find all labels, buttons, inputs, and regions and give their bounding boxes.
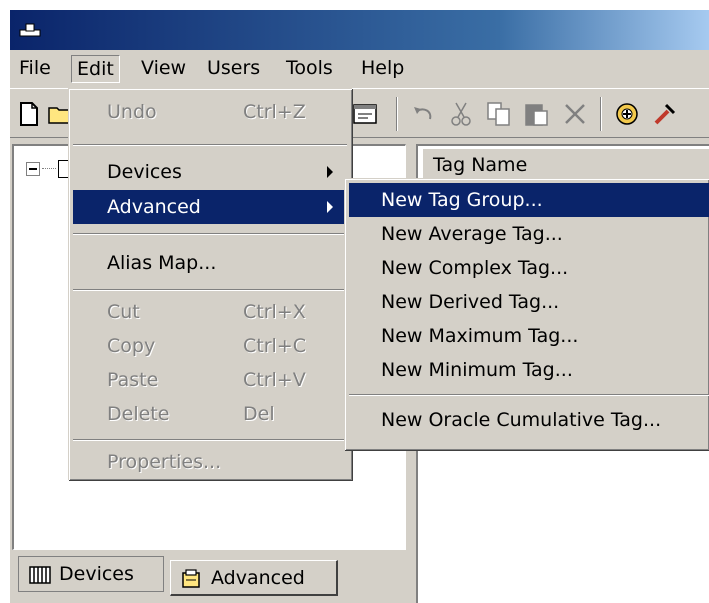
- tab-advanced[interactable]: Advanced: [170, 560, 338, 596]
- menu-item-cut[interactable]: Cut Ctrl+X: [73, 295, 347, 329]
- copy-label: Copy: [107, 335, 156, 357]
- menu-tools[interactable]: Tools: [281, 55, 338, 83]
- title-bar[interactable]: [10, 10, 709, 50]
- tab-advanced-label: Advanced: [211, 567, 305, 589]
- new-tag-group-label: New Tag Group...: [381, 189, 543, 211]
- submenu-arrow-icon: [327, 201, 333, 213]
- alias-map-label: Alias Map...: [107, 252, 217, 274]
- menu-edit[interactable]: Edit: [71, 55, 120, 83]
- menu-bar: File Edit View Users Tools Help: [10, 50, 709, 86]
- menu-item-paste[interactable]: Paste Ctrl+V: [73, 363, 347, 397]
- undo-label: Undo: [107, 101, 157, 123]
- paste-shortcut: Ctrl+V: [243, 369, 306, 391]
- new-complex-tag-label: New Complex Tag...: [381, 257, 569, 279]
- menu-item-new-average-tag[interactable]: New Average Tag...: [349, 217, 709, 251]
- properties-icon[interactable]: [350, 99, 380, 129]
- column-header-tag-name[interactable]: Tag Name: [422, 148, 709, 182]
- menu-item-delete[interactable]: Delete Del: [73, 397, 347, 431]
- advanced-label: Advanced: [107, 196, 201, 218]
- undo-shortcut: Ctrl+Z: [243, 101, 306, 123]
- menu-users[interactable]: Users: [202, 55, 265, 83]
- new-maximum-tag-label: New Maximum Tag...: [381, 325, 579, 347]
- menu-item-undo[interactable]: Undo Ctrl+Z: [73, 95, 347, 129]
- menu-separator: [349, 394, 709, 396]
- toolbar-separator: [396, 97, 398, 131]
- menu-help[interactable]: Help: [356, 55, 409, 83]
- tab-devices-label: Devices: [59, 563, 134, 585]
- copy-icon[interactable]: [484, 99, 514, 129]
- properties-label: Properties...: [107, 451, 222, 473]
- toolbar-separator: [600, 97, 602, 131]
- add-tag-icon[interactable]: [612, 99, 642, 129]
- app-icon: [19, 23, 41, 37]
- tab-strip: Devices Advanced: [12, 550, 406, 603]
- devices-label: Devices: [107, 161, 182, 183]
- new-oracle-cumulative-tag-label: New Oracle Cumulative Tag...: [381, 409, 662, 431]
- menu-item-new-minimum-tag[interactable]: New Minimum Tag...: [349, 353, 709, 387]
- copy-shortcut: Ctrl+C: [243, 335, 306, 357]
- menu-item-advanced[interactable]: Advanced: [73, 190, 347, 224]
- menu-separator: [73, 233, 347, 235]
- cut-icon[interactable]: [446, 99, 476, 129]
- menu-item-properties[interactable]: Properties...: [73, 445, 347, 479]
- new-average-tag-label: New Average Tag...: [381, 223, 563, 245]
- tree-collapse-toggle[interactable]: [26, 162, 40, 176]
- tree-connector: [42, 168, 56, 169]
- paste-icon[interactable]: [522, 99, 552, 129]
- delete-label: Delete: [107, 403, 170, 425]
- new-minimum-tag-label: New Minimum Tag...: [381, 359, 573, 381]
- devices-icon: [29, 566, 51, 584]
- submenu-arrow-icon: [327, 166, 333, 178]
- menu-separator: [73, 144, 347, 146]
- menu-item-devices[interactable]: Devices: [73, 155, 347, 189]
- menu-view[interactable]: View: [136, 55, 191, 83]
- new-derived-tag-label: New Derived Tag...: [381, 291, 560, 313]
- cut-label: Cut: [107, 301, 140, 323]
- menu-separator: [73, 439, 347, 441]
- application-window: File Edit View Users Tools Help Devices …: [10, 10, 709, 603]
- menu-item-new-oracle-cumulative-tag[interactable]: New Oracle Cumulative Tag...: [349, 403, 709, 437]
- menu-item-new-tag-group[interactable]: New Tag Group...: [349, 183, 709, 217]
- delete-shortcut: Del: [243, 403, 275, 425]
- menu-item-new-complex-tag[interactable]: New Complex Tag...: [349, 251, 709, 285]
- menu-item-new-maximum-tag[interactable]: New Maximum Tag...: [349, 319, 709, 353]
- menu-separator: [73, 289, 347, 291]
- undo-icon[interactable]: [408, 99, 438, 129]
- paste-label: Paste: [107, 369, 159, 391]
- edit-menu: Undo Ctrl+Z Devices Advanced Alias Map..…: [68, 88, 352, 480]
- menu-item-copy[interactable]: Copy Ctrl+C: [73, 329, 347, 363]
- tools-icon[interactable]: [650, 99, 680, 129]
- advanced-icon: [182, 569, 200, 588]
- cut-shortcut: Ctrl+X: [243, 301, 306, 323]
- menu-file[interactable]: File: [14, 55, 56, 83]
- new-icon[interactable]: [14, 99, 44, 129]
- menu-item-new-derived-tag[interactable]: New Derived Tag...: [349, 285, 709, 319]
- delete-icon[interactable]: [560, 99, 590, 129]
- menu-item-alias-map[interactable]: Alias Map...: [73, 246, 347, 280]
- tab-devices[interactable]: Devices: [18, 556, 164, 592]
- advanced-submenu: New Tag Group... New Average Tag... New …: [344, 178, 709, 450]
